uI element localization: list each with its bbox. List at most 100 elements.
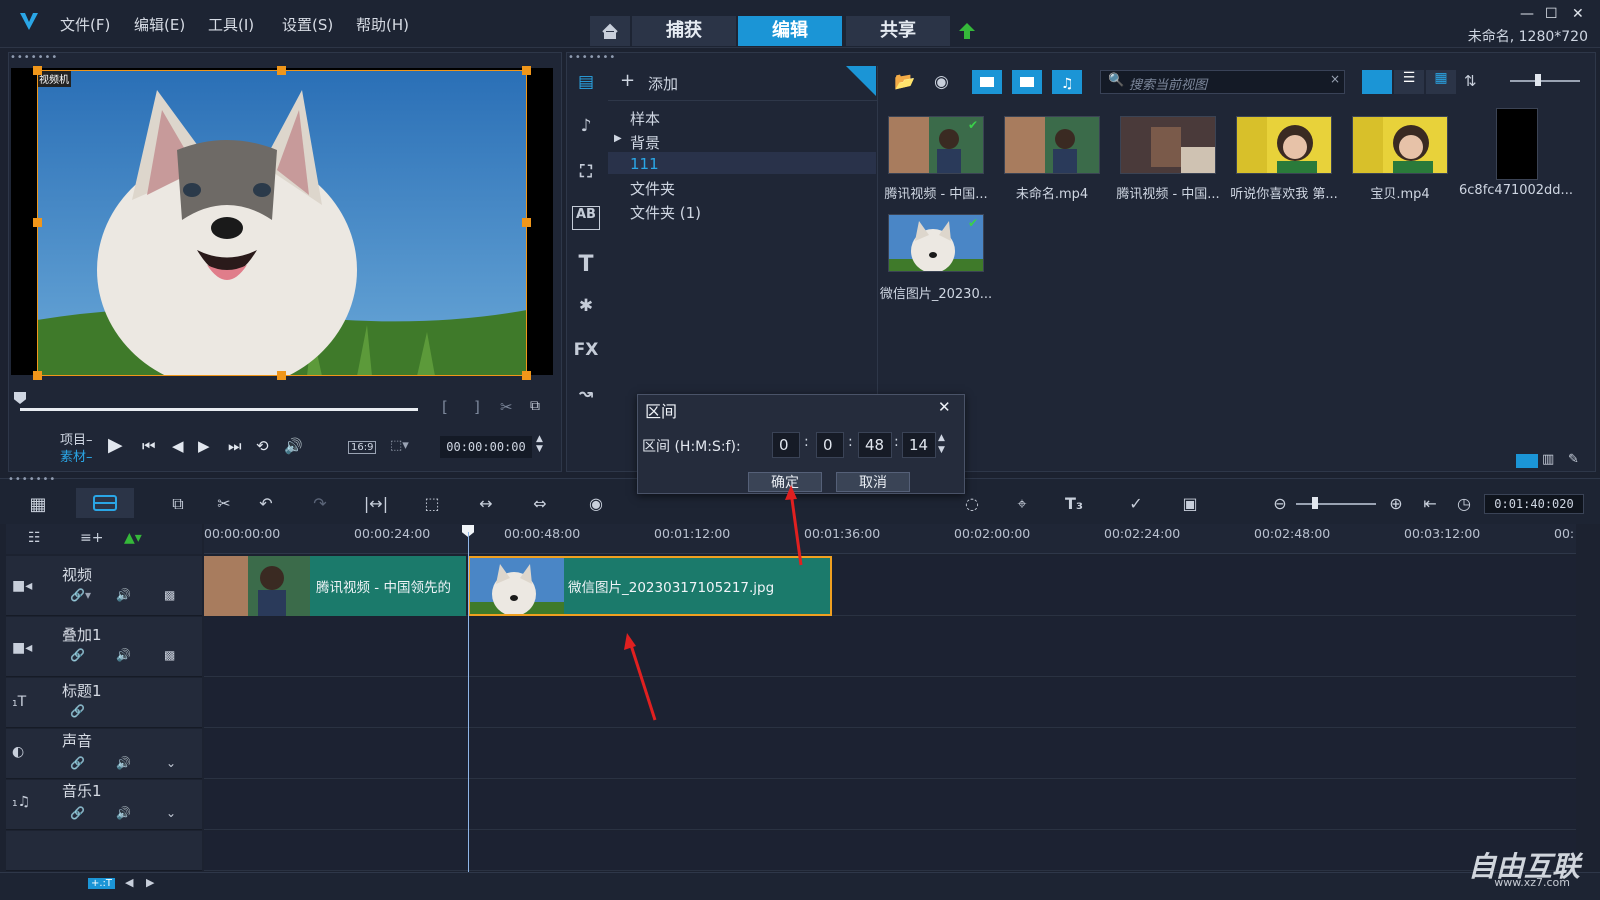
text-icon[interactable]: T (572, 252, 600, 277)
title-track-icon[interactable]: ₁T (12, 694, 26, 710)
media-thumb[interactable] (1236, 116, 1332, 174)
menu-help[interactable]: 帮助(H) (356, 14, 409, 35)
close-button[interactable]: ✕ (1572, 6, 1584, 22)
color-icon[interactable]: ◉ (582, 494, 610, 514)
resize-handle[interactable] (277, 371, 286, 380)
scroll-mode-button[interactable]: +.:T (88, 878, 116, 889)
split-icon[interactable]: ↔ (472, 494, 500, 514)
ok-button[interactable]: 确定 (748, 472, 822, 492)
track-lane-voice[interactable] (204, 729, 1576, 779)
instant-project-icon[interactable]: ♪ (572, 116, 600, 140)
edit-icon[interactable]: ✎ (1568, 452, 1579, 467)
preview-timecode[interactable]: 00:00:00:00 (440, 436, 532, 458)
view-thumbnail-button[interactable] (1362, 70, 1392, 94)
clear-search-icon[interactable]: × (1330, 72, 1340, 86)
minutes-field[interactable]: 0 (816, 432, 844, 458)
mask-icon[interactable]: ✓ (1122, 494, 1150, 514)
crop-icon[interactable]: ⬚ (418, 494, 446, 514)
track-grid-icon[interactable]: ▩ (164, 648, 175, 662)
filter-audio-button[interactable]: ♫ (1052, 70, 1082, 94)
resize-handle[interactable] (522, 371, 531, 380)
3d-title-icon[interactable]: T₃ (1060, 494, 1088, 514)
tab-capture[interactable]: 捕获 (632, 16, 736, 46)
home-start-icon[interactable]: ⏮ (142, 437, 156, 455)
timeline-view-button[interactable] (76, 488, 134, 518)
prev-frame-icon[interactable]: ◀ (172, 437, 184, 455)
media-thumb[interactable] (1120, 116, 1216, 174)
subtitle-icon[interactable]: ▣ (1176, 494, 1204, 514)
upload-icon[interactable] (958, 22, 976, 40)
duration-stepper[interactable]: ▲ ▼ (938, 432, 945, 456)
redo-icon[interactable]: ↷ (306, 494, 334, 514)
resize-handle[interactable] (33, 218, 42, 227)
add-icon[interactable]: + (620, 70, 635, 91)
menu-file[interactable]: 文件(F) (60, 14, 110, 35)
title-ab-icon[interactable]: AB (572, 206, 600, 230)
video-track-icon[interactable]: ■◂ (12, 578, 32, 594)
link-icon[interactable]: 🔗 (70, 648, 85, 662)
track-volume-icon[interactable]: 🔊 (116, 756, 131, 770)
hours-field[interactable]: 0 (772, 432, 800, 458)
copy-icon[interactable]: ⧉ (164, 494, 192, 514)
track-manager-icon[interactable]: ☷ (28, 530, 41, 546)
folder-item[interactable]: 文件夹 (630, 178, 675, 199)
aspect-button[interactable]: 16:9 (348, 441, 377, 454)
music-track-icon[interactable]: ₁♫ (12, 794, 30, 810)
link-icon[interactable]: 🔗 (70, 806, 85, 820)
play-icon[interactable]: ▶ (108, 434, 123, 456)
add-track-icon[interactable]: ≡+ (80, 530, 103, 546)
folder-item[interactable]: 111 (630, 155, 659, 173)
playhead-line[interactable] (468, 532, 469, 872)
tab-share[interactable]: 共享 (846, 16, 950, 46)
media-thumb[interactable] (1496, 108, 1538, 180)
resize-icon[interactable]: ⇔ (526, 494, 554, 514)
next-frame-icon[interactable]: ▶ (198, 437, 210, 455)
filter-photo-button[interactable] (1012, 70, 1042, 94)
track-volume-icon[interactable]: 🔊 (116, 806, 131, 820)
track-grid-icon[interactable]: ▩ (164, 588, 175, 602)
filter-video-button[interactable] (972, 70, 1002, 94)
chapter-icon[interactable]: ▲▾ (124, 530, 142, 546)
frames-field[interactable]: 14 (902, 432, 936, 458)
volume-icon[interactable]: 🔊 (284, 437, 303, 455)
end-icon[interactable]: ⏭ (228, 437, 242, 455)
menu-edit[interactable]: 编辑(E) (134, 14, 185, 35)
media-thumb[interactable] (1352, 116, 1448, 174)
minimize-button[interactable]: — (1520, 6, 1534, 22)
link-icon[interactable]: 🔗 (70, 704, 85, 718)
sort-icon[interactable]: ⇅ (1464, 72, 1477, 90)
dialog-close-icon[interactable]: ✕ (938, 398, 951, 416)
scrubber-bar[interactable] (20, 408, 418, 411)
layout-icon[interactable]: ▥ (1542, 452, 1554, 467)
track-motion-icon[interactable]: ⌖ (1008, 494, 1036, 514)
panel-grip[interactable]: ••••••• (8, 474, 56, 485)
mode-clip[interactable]: 素材– (60, 446, 93, 465)
panel-grip[interactable]: ••••••• (568, 52, 616, 63)
view-list-icon[interactable]: ☰ (1394, 70, 1424, 94)
expand-arrow-icon[interactable]: ▶ (614, 133, 622, 144)
import-folder-icon[interactable]: 📂 (894, 72, 915, 92)
split-scissors-icon[interactable]: ✂ (500, 398, 513, 416)
folder-item[interactable]: 样本 (630, 108, 660, 129)
cancel-button[interactable]: 取消 (836, 472, 910, 492)
home-button[interactable] (590, 16, 630, 46)
tab-edit[interactable]: 编辑 (738, 16, 842, 46)
folder-item[interactable]: 文件夹 (1) (630, 202, 701, 223)
graphics-icon[interactable]: ✱ (572, 296, 600, 320)
storyboard-view-icon[interactable]: ▦ (24, 494, 52, 515)
capture-icon[interactable]: ◉ (934, 72, 949, 92)
zoom-slider[interactable] (1296, 503, 1376, 505)
undo-icon[interactable]: ↶ (252, 494, 280, 514)
fx-filter-icon[interactable]: FX (572, 340, 600, 364)
track-volume-icon[interactable]: 🔊 (116, 588, 131, 602)
resize-handle[interactable] (277, 66, 286, 75)
resize-mode-icon[interactable]: ⬚▾ (390, 438, 409, 453)
track-volume-icon[interactable]: 🔊 (116, 648, 131, 662)
zoom-slider-handle[interactable] (1312, 497, 1318, 509)
rotate-icon[interactable]: ◌ (958, 494, 986, 514)
thumb-size-handle[interactable] (1535, 74, 1541, 86)
menu-settings[interactable]: 设置(S) (282, 14, 333, 35)
mark-out-icon[interactable]: ] (474, 398, 480, 416)
track-lane-music[interactable] (204, 780, 1576, 830)
panel-grip[interactable]: ••••••• (10, 52, 58, 63)
